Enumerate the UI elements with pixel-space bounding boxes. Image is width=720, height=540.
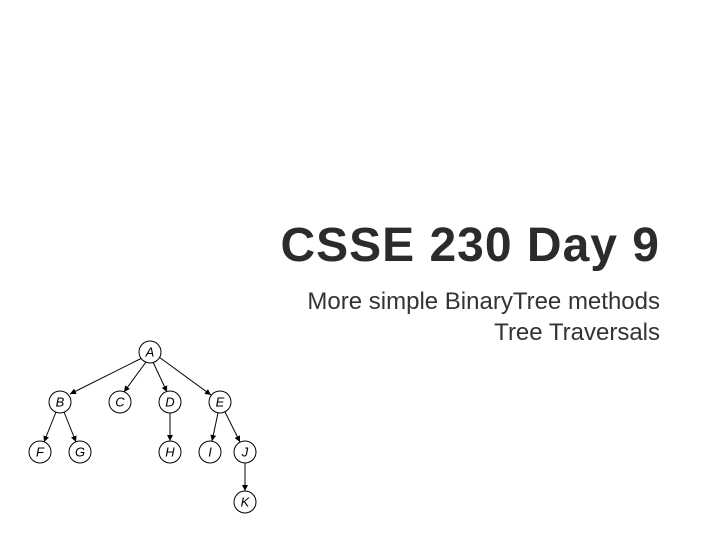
node-a: A xyxy=(139,341,161,363)
node-c: C xyxy=(109,391,131,413)
slide-title: CSSE 230 Day 9 xyxy=(280,218,660,273)
svg-text:K: K xyxy=(241,495,251,510)
edge-a-d xyxy=(153,362,167,392)
edge-e-i xyxy=(212,413,218,441)
node-i: I xyxy=(199,441,221,463)
svg-text:E: E xyxy=(216,395,225,410)
slide: CSSE 230 Day 9 More simple BinaryTree me… xyxy=(0,0,720,540)
node-g: G xyxy=(69,441,91,463)
edge-a-b xyxy=(70,358,142,394)
node-f: F xyxy=(29,441,51,463)
slide-subtitle: More simple BinaryTree methods Tree Trav… xyxy=(307,286,660,348)
svg-text:I: I xyxy=(208,445,212,460)
svg-text:C: C xyxy=(115,395,125,410)
svg-text:A: A xyxy=(145,345,155,360)
svg-text:F: F xyxy=(36,445,45,460)
svg-text:J: J xyxy=(241,445,249,460)
edge-a-e xyxy=(159,357,211,395)
node-h: H xyxy=(159,441,181,463)
subtitle-line-2: Tree Traversals xyxy=(307,317,660,348)
node-j: J xyxy=(234,441,256,463)
node-b: B xyxy=(49,391,71,413)
node-e: E xyxy=(209,391,231,413)
subtitle-line-1: More simple BinaryTree methods xyxy=(307,286,660,317)
svg-text:D: D xyxy=(165,395,174,410)
node-d: D xyxy=(159,391,181,413)
svg-text:B: B xyxy=(56,395,65,410)
tree-svg: A B C D E F G xyxy=(20,332,260,517)
edge-b-f xyxy=(44,412,56,442)
edge-b-g xyxy=(64,412,76,442)
node-k: K xyxy=(234,491,256,513)
tree-diagram: A B C D E F G xyxy=(20,332,260,517)
svg-text:H: H xyxy=(165,445,175,460)
edge-e-j xyxy=(225,412,240,442)
svg-text:G: G xyxy=(75,445,85,460)
edge-a-c xyxy=(124,362,146,392)
